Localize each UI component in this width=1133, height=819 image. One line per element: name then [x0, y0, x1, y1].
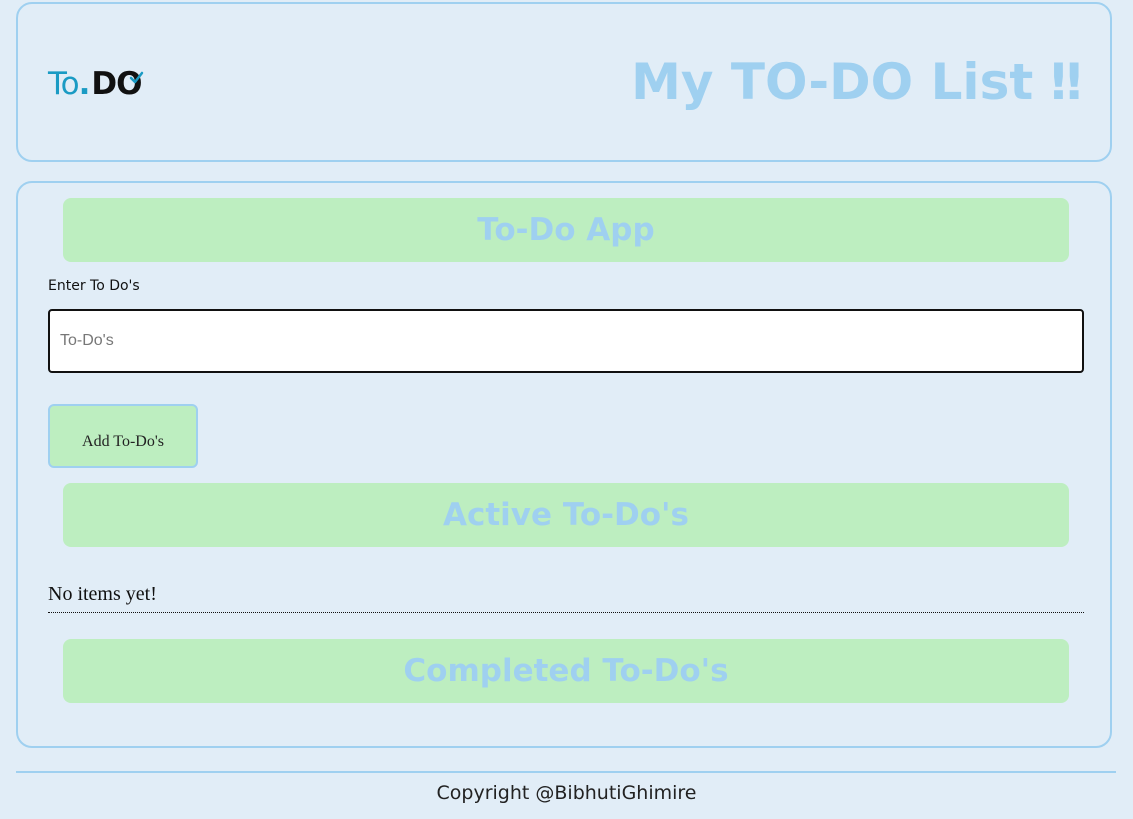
add-todo-button[interactable]: Add To-Do's — [48, 404, 198, 468]
logo-text-to: To — [48, 66, 80, 102]
active-empty-message: No items yet! — [48, 583, 157, 605]
active-list-divider — [48, 612, 1084, 613]
page-title: My TO-DO List ‼ — [631, 53, 1082, 111]
header: To . DO My TO-DO List ‼ — [16, 2, 1112, 162]
app-banner: To-Do App — [63, 198, 1069, 262]
todo-input-label: Enter To Do's — [48, 278, 140, 294]
active-todos-banner: Active To-Do's — [63, 483, 1069, 547]
completed-todos-banner: Completed To-Do's — [63, 639, 1069, 703]
logo-text-dot: . — [78, 66, 91, 102]
footer-copyright: Copyright @BibhutiGhimire — [436, 782, 697, 804]
footer-divider — [16, 771, 1116, 773]
todo-input[interactable] — [48, 309, 1084, 373]
logo: To . DO — [48, 66, 143, 102]
todo-app-panel: To-Do App Enter To Do's Add To-Do's Acti… — [16, 181, 1112, 748]
logo-text-do: DO — [91, 66, 143, 102]
checkmark-icon — [129, 71, 143, 84]
